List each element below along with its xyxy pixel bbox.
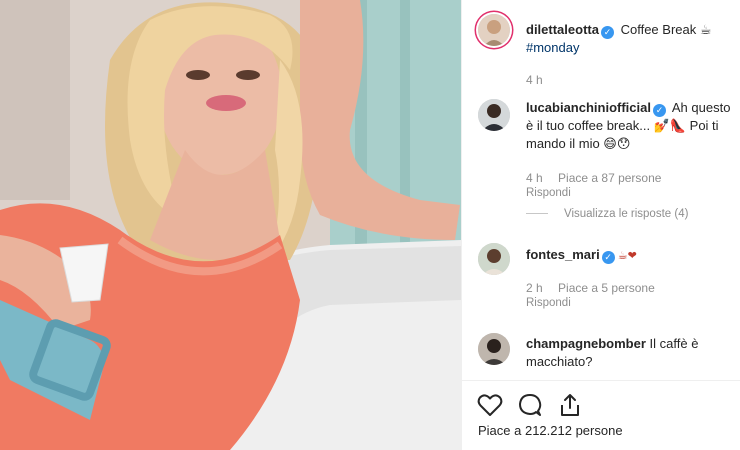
verified-badge-icon: ✓ bbox=[652, 104, 666, 117]
commenter-avatar[interactable] bbox=[478, 243, 510, 275]
post-details-panel: dilettaleotta ✓ Coffee Break ☕ #monday 4 … bbox=[461, 0, 740, 450]
view-replies-button[interactable]: Visualizza le risposte (4) bbox=[526, 208, 688, 220]
comment-1-time: 4 h bbox=[526, 171, 543, 185]
hashtag-link[interactable]: #monday bbox=[526, 40, 579, 55]
comment-1-text-line1: Ah questo bbox=[671, 100, 731, 115]
comment-2-meta: 2 h Piace a 5 persone bbox=[526, 281, 667, 295]
comment-3: champagnebomber Il caffè è macchiato? bbox=[526, 335, 736, 371]
comments-scroll-area[interactable]: dilettaleotta ✓ Coffee Break ☕ #monday 4 … bbox=[462, 0, 740, 380]
comment-2-username[interactable]: fontes_mari bbox=[526, 247, 600, 262]
comment-2: fontes_mari ✓ ☕❤ bbox=[526, 246, 736, 265]
share-icon[interactable] bbox=[556, 391, 584, 419]
comment-1-meta: 4 h Piace a 87 persone bbox=[526, 171, 673, 185]
comment-1: lucabianchiniofficial ✓ Ah questo è il tu… bbox=[526, 99, 736, 153]
comment-1-text-line2: è il tuo coffee break... 💅👠 Poi ti bbox=[526, 118, 719, 133]
comment-3-text-line1: Il caffè è bbox=[649, 336, 699, 351]
verified-badge-icon: ✓ bbox=[600, 26, 614, 39]
caption-text: Coffee Break ☕ bbox=[620, 22, 712, 37]
replies-divider bbox=[526, 213, 548, 215]
comment-2-likes[interactable]: Piace a 5 persone bbox=[558, 281, 655, 295]
comment-2-reply-button[interactable]: Rispondi bbox=[526, 297, 571, 309]
caption: dilettaleotta ✓ Coffee Break ☕ #monday bbox=[526, 21, 736, 57]
comment-icon[interactable] bbox=[516, 391, 544, 419]
author-username[interactable]: dilettaleotta bbox=[526, 22, 599, 37]
comment-3-username[interactable]: champagnebomber bbox=[526, 336, 646, 351]
commenter-avatar[interactable] bbox=[478, 99, 510, 131]
comment-3-text-line2: macchiato? bbox=[526, 354, 593, 369]
likes-count[interactable]: Piace a 212.212 persone bbox=[478, 423, 623, 438]
comment-1-text-line3: mando il mio 😄😯 bbox=[526, 136, 631, 151]
author-avatar[interactable] bbox=[478, 14, 510, 46]
verified-badge-icon: ✓ bbox=[601, 251, 615, 264]
comment-1-likes[interactable]: Piace a 87 persone bbox=[558, 171, 661, 185]
view-replies-label: Visualizza le risposte (4) bbox=[564, 208, 689, 220]
heart-icon[interactable] bbox=[476, 391, 504, 419]
action-bar bbox=[462, 380, 740, 450]
comment-2-text: ☕❤ bbox=[617, 249, 637, 262]
caption-time: 4 h bbox=[526, 73, 543, 87]
comment-2-time: 2 h bbox=[526, 281, 543, 295]
commenter-avatar[interactable] bbox=[478, 333, 510, 365]
photo-illustration bbox=[0, 0, 461, 450]
post-photo[interactable] bbox=[0, 0, 461, 450]
comment-1-reply-button[interactable]: Rispondi bbox=[526, 187, 571, 199]
comment-1-username[interactable]: lucabianchiniofficial bbox=[526, 100, 651, 115]
